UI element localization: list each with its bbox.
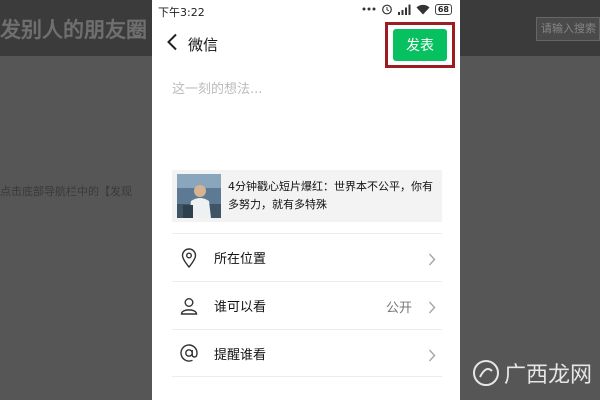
person-icon [178, 295, 200, 317]
phone-screen: 下午3:22 68 微信 发表 这一刻的想法... 4分钟戳心短片爆红：世界本不… [152, 0, 460, 400]
dots-icon [362, 6, 376, 12]
site-watermark: 广西龙网 [468, 350, 598, 396]
option-remind[interactable]: 提醒谁看 [172, 329, 442, 377]
signal-icon [397, 4, 411, 15]
status-time: 下午3:22 [158, 6, 205, 19]
status-icons: 68 [362, 3, 452, 15]
chevron-right-icon [428, 251, 436, 270]
article-thumbnail [177, 174, 221, 218]
chevron-right-icon [428, 299, 436, 318]
chevron-left-icon [166, 33, 178, 55]
location-pin-icon [178, 247, 200, 269]
chevron-right-icon [428, 347, 436, 366]
background-title: 发别人的朋友圈 [0, 18, 147, 42]
compose-text-input[interactable] [172, 78, 442, 158]
shared-article-card[interactable]: 4分钟戳心短片爆红：世界本不公平，你有多努力，就有多特殊 [172, 170, 442, 222]
highlight-frame: 发表 [385, 22, 455, 68]
option-label: 谁可以看 [214, 300, 267, 315]
back-button[interactable] [160, 31, 184, 57]
wifi-icon [416, 4, 430, 15]
battery-indicator: 68 [434, 3, 452, 15]
option-label: 所在位置 [214, 252, 267, 267]
alarm-clock-icon [381, 3, 393, 15]
option-label: 提醒谁看 [214, 347, 267, 363]
option-visibility[interactable]: 谁可以看 公开 [172, 281, 442, 329]
status-bar: 下午3:22 68 [152, 0, 460, 22]
background-search-box: 请输入搜索 [536, 17, 600, 41]
background-body-text: 点击底部导航栏中的【发现 [0, 185, 132, 198]
option-location[interactable]: 所在位置 [172, 233, 442, 281]
option-value: 公开 [385, 301, 412, 316]
publish-button[interactable]: 发表 [393, 29, 447, 61]
option-list: 所在位置 谁可以看 公开 提醒谁看 [172, 233, 442, 377]
svg-text:广西龙网: 广西龙网 [504, 363, 592, 388]
nav-title: 微信 [188, 36, 219, 54]
at-sign-icon [178, 342, 200, 364]
article-title: 4分钟戳心短片爆红：世界本不公平，你有多努力，就有多特殊 [228, 180, 433, 211]
nav-bar: 微信 发表 [152, 22, 460, 68]
